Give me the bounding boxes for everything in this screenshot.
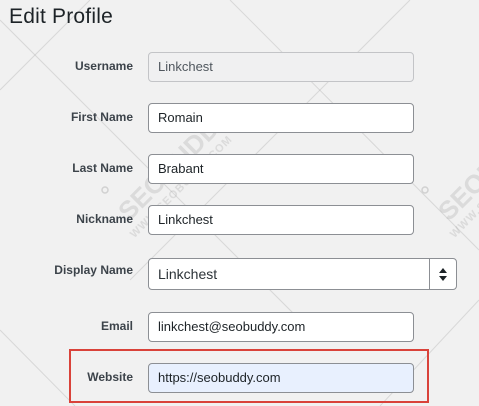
display-name-selected-value: Linkchest xyxy=(158,266,218,282)
username-label: Username xyxy=(74,59,133,73)
email-field[interactable]: linkchest@seobuddy.com xyxy=(148,312,414,342)
last-name-label: Last Name xyxy=(72,161,133,175)
up-down-arrows-icon[interactable] xyxy=(429,259,456,289)
page-title: Edit Profile xyxy=(9,5,113,28)
website-label: Website xyxy=(87,370,133,384)
email-label: Email xyxy=(100,319,133,333)
arrow-up-icon xyxy=(439,267,447,273)
display-name-select[interactable]: Linkchest xyxy=(148,258,457,290)
website-field[interactable]: https://seobuddy.com xyxy=(148,363,414,393)
username-field[interactable]: Linkchest xyxy=(148,52,414,82)
first-name-field[interactable]: Romain xyxy=(148,103,414,133)
watermark-url: WWW.SEOBUDDY.COM xyxy=(448,133,479,241)
display-name-label: Display Name xyxy=(54,263,133,277)
nickname-label: Nickname xyxy=(76,212,133,226)
last-name-field[interactable]: Brabant xyxy=(148,154,414,184)
nickname-field[interactable]: Linkchest xyxy=(148,205,414,235)
watermark-brand: SEOBUDDY xyxy=(432,100,479,227)
arrow-down-icon xyxy=(439,275,447,281)
first-name-label: First Name xyxy=(70,110,133,124)
